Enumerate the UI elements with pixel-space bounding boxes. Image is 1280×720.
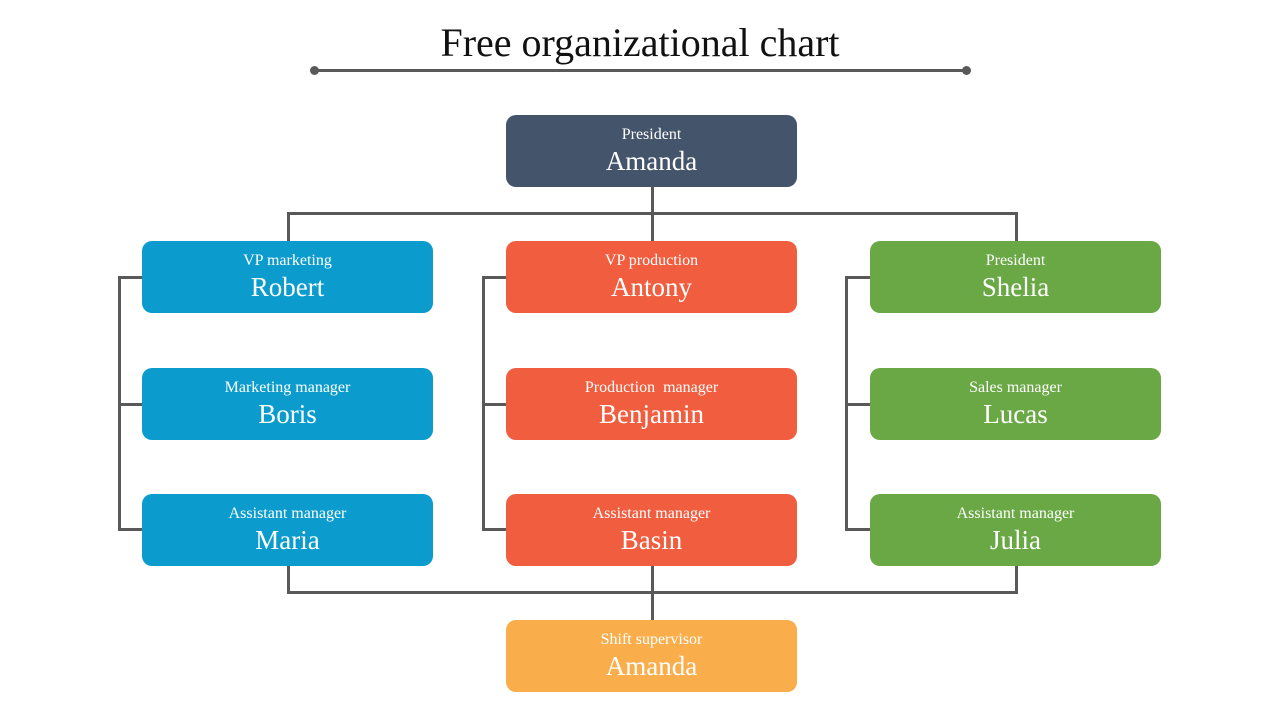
node-role: Production manager: [584, 379, 719, 396]
node-sales-manager: Sales manager Lucas: [870, 368, 1161, 440]
node-role: President: [985, 252, 1046, 269]
node-role: Shift supervisor: [600, 631, 703, 648]
node-role: Assistant manager: [228, 505, 347, 522]
connector-production-1: [482, 276, 506, 279]
title-rule-right-dot: [962, 66, 971, 75]
connector-top-stem: [651, 187, 654, 215]
title-rule: [314, 69, 967, 72]
node-marketing-assistant-manager: Assistant manager Maria: [142, 494, 433, 566]
node-name: Shelia: [981, 272, 1050, 302]
node-name: Amanda: [605, 651, 698, 681]
node-role: President: [621, 126, 682, 143]
node-role: Assistant manager: [956, 505, 1075, 522]
connector-top-to-production: [651, 212, 654, 241]
node-role: Assistant manager: [592, 505, 711, 522]
connector-sales-to-bottom: [1015, 566, 1018, 594]
node-name: Basin: [620, 525, 683, 555]
connector-marketing-to-bottom: [287, 566, 290, 594]
node-name: Robert: [250, 272, 325, 302]
node-name: Julia: [990, 525, 1041, 555]
connector-bottom-bar: [287, 591, 1018, 594]
node-vp-production: VP production Antony: [506, 241, 797, 313]
node-production-manager: Production manager Benjamin: [506, 368, 797, 440]
connector-top-to-marketing: [287, 212, 290, 241]
connector-marketing-1: [118, 276, 142, 279]
chart-title: Free organizational chart: [440, 20, 840, 65]
connector-sales-1: [845, 276, 870, 279]
connector-sales-2: [845, 403, 870, 406]
node-name: Antony: [611, 272, 692, 302]
node-name: Lucas: [983, 399, 1048, 429]
node-name: Amanda: [605, 146, 698, 176]
node-sales-assistant-manager: Assistant manager Julia: [870, 494, 1161, 566]
node-role: Marketing manager: [224, 379, 351, 396]
connector-production-2: [482, 403, 506, 406]
node-name: Boris: [258, 399, 317, 429]
node-sales-president: President Shelia: [870, 241, 1161, 313]
node-marketing-manager: Marketing manager Boris: [142, 368, 433, 440]
node-role: Sales manager: [969, 379, 1062, 396]
connector-production-3: [482, 528, 506, 531]
connector-sales-3: [845, 528, 870, 531]
connector-marketing-3: [118, 528, 142, 531]
node-top-president: President Amanda: [506, 115, 797, 187]
node-vp-marketing: VP marketing Robert: [142, 241, 433, 313]
node-role: VP marketing: [243, 252, 332, 269]
node-shift-supervisor: Shift supervisor Amanda: [506, 620, 797, 692]
connector-marketing-2: [118, 403, 142, 406]
node-production-assistant-manager: Assistant manager Basin: [506, 494, 797, 566]
node-name: Maria: [255, 525, 320, 555]
node-role: VP production: [604, 252, 699, 269]
node-name: Benjamin: [599, 399, 704, 429]
connector-top-to-sales: [1015, 212, 1018, 241]
